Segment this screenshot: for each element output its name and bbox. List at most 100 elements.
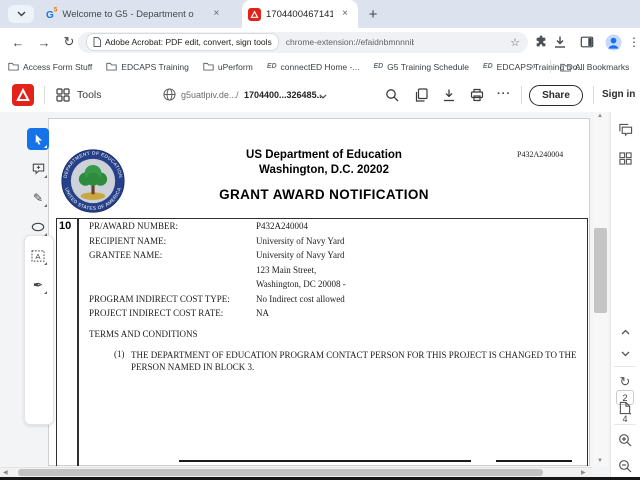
comments-panel-icon[interactable]: [617, 122, 633, 138]
kebab-menu-icon[interactable]: ⋮: [628, 33, 640, 51]
bookmarks-bar: Access Form Stuff EDCAPS Training uPerfo…: [0, 56, 640, 79]
acrobat-logo[interactable]: [12, 84, 34, 106]
shape-oval-tool-button[interactable]: [27, 216, 49, 238]
breadcrumb-site[interactable]: g5uatlpiv.de...: [181, 90, 236, 100]
pdf-favicon: [248, 7, 261, 21]
doc-term-number: (1): [114, 349, 125, 359]
ed-favicon: ED: [266, 63, 277, 70]
ed-favicon: ED: [482, 63, 493, 70]
add-comment-tool-button[interactable]: [27, 158, 49, 180]
tab-title: Welcome to G5 - Department o: [62, 8, 194, 20]
bookmark-item[interactable]: Access Form Stuff: [8, 62, 92, 72]
doc-award-ref: P432A240004: [517, 150, 564, 159]
divider: [521, 86, 522, 104]
page-view-icon[interactable]: [617, 400, 633, 416]
field-row: 123 Main Street,: [256, 264, 317, 275]
horizontal-scrollbar-thumb[interactable]: [18, 469, 543, 476]
extension-chip[interactable]: Adobe Acrobat: PDF edit, convert, sign t…: [86, 33, 279, 51]
tab-pdf-active[interactable]: 1704400467141-1532648584.pdf ×: [242, 0, 358, 28]
tools-label[interactable]: Tools: [77, 89, 102, 101]
add-text-tool-button[interactable]: A: [27, 245, 49, 267]
search-icon[interactable]: [384, 87, 400, 103]
divider: [614, 366, 636, 367]
downloads-icon[interactable]: [552, 34, 568, 50]
more-options-icon[interactable]: ···: [496, 86, 512, 102]
previous-page-chevron-icon[interactable]: [617, 324, 633, 340]
doc-rule-line: [179, 460, 471, 462]
field-row: PR/AWARD NUMBER: P432A240004: [89, 221, 309, 231]
bookmark-star-icon[interactable]: ☆: [510, 36, 520, 49]
divider: [614, 424, 636, 425]
next-page-chevron-icon[interactable]: [617, 346, 633, 362]
folder-icon: [203, 62, 214, 71]
zoom-in-icon[interactable]: [617, 432, 633, 448]
print-icon[interactable]: [469, 87, 485, 103]
ed-favicon: ED: [373, 63, 384, 70]
zoom-out-icon[interactable]: [617, 458, 633, 474]
oval-icon: [31, 222, 45, 232]
text-box-icon: A: [31, 250, 45, 262]
chevron-down-icon: [17, 11, 25, 17]
omnibox[interactable]: Adobe Acrobat: PDF edit, convert, sign t…: [78, 31, 528, 53]
field-row: PROJECT INDIRECT COST RATE: NA: [89, 308, 269, 318]
sign-in-button[interactable]: Sign in: [602, 89, 635, 100]
scroll-right-arrow[interactable]: ▶: [581, 470, 586, 476]
cursor-arrow-icon: [35, 134, 42, 145]
close-icon[interactable]: ×: [338, 7, 352, 21]
doc-block-divider: [77, 218, 79, 466]
tab-title: 1704400467141-1532648584.pdf: [266, 8, 333, 20]
url-text: chrome-extension://efaidnbmnnnibpcajpcgl…: [285, 37, 414, 47]
extensions-puzzle-icon[interactable]: [533, 34, 549, 50]
divider: [593, 86, 594, 104]
all-bookmarks-button[interactable]: All Bookmarks: [560, 62, 629, 72]
signature-pen-icon: ✒: [32, 278, 44, 292]
browser-toolbar: ← → ↻ Adobe Acrobat: PDF edit, convert, …: [0, 28, 640, 56]
globe-icon: [162, 87, 177, 102]
viewer-main-area: DEPARTMENT OF EDUCATION UNITED STATES OF…: [0, 112, 640, 480]
download-icon[interactable]: [441, 87, 457, 103]
tab-welcome-g5[interactable]: G5 Welcome to G5 - Department o ×: [40, 0, 240, 28]
field-row: Washington, DC 20008 -: [256, 279, 346, 289]
browser-window: G5 Welcome to G5 - Department o × 170440…: [0, 0, 640, 480]
bookmark-item[interactable]: EDCAPS Training: [106, 62, 189, 72]
pdf-page: DEPARTMENT OF EDUCATION UNITED STATES OF…: [48, 118, 590, 466]
bookmark-item[interactable]: uPerform: [203, 62, 253, 72]
tools-grid-icon[interactable]: [55, 87, 71, 103]
comment-add-icon: [32, 163, 44, 175]
reload-button[interactable]: ↻: [61, 34, 77, 50]
new-tab-button[interactable]: +: [364, 5, 382, 23]
back-button[interactable]: ←: [10, 34, 26, 50]
copy-pages-icon[interactable]: [413, 87, 429, 103]
bookmark-item[interactable]: ED G5 Training Schedule: [373, 62, 468, 72]
department-of-education-seal: DEPARTMENT OF EDUCATION UNITED STATES OF…: [61, 149, 125, 213]
share-button[interactable]: Share: [529, 84, 583, 106]
field-row: GRANTEE NAME: University of Navy Yard: [89, 250, 345, 260]
rotate-page-icon[interactable]: ↻: [617, 374, 633, 390]
acrobat-toolbar: Tools g5uatlpiv.de... / 1704400...326485…: [0, 78, 640, 113]
field-row: PROGRAM INDIRECT COST TYPE: No Indirect c…: [89, 293, 345, 304]
scroll-down-arrow[interactable]: ▼: [597, 458, 603, 464]
close-icon[interactable]: ×: [209, 7, 223, 21]
doc-org-line: US Department of Education: [246, 149, 402, 161]
vertical-scrollbar-thumb[interactable]: [594, 228, 607, 313]
doc-terms-heading: TERMS AND CONDITIONS: [89, 329, 198, 339]
side-panel-icon[interactable]: [579, 34, 595, 50]
folder-icon: [8, 62, 19, 71]
bookmark-item[interactable]: ED connectED Home -...: [267, 62, 360, 72]
select-tool-button[interactable]: [27, 128, 49, 150]
breadcrumb-filename[interactable]: 1704400...326485...: [244, 90, 324, 100]
profile-avatar[interactable]: [604, 33, 622, 51]
folder-icon: [106, 62, 117, 71]
page-thumbnails-icon[interactable]: [617, 150, 633, 166]
forward-button[interactable]: →: [36, 34, 52, 50]
draw-tool-button[interactable]: ✎: [27, 187, 49, 209]
bookmarks-overflow-chevron[interactable]: »: [526, 59, 540, 74]
fill-sign-tool-button[interactable]: ✒: [27, 274, 49, 296]
doc-term-text: THE DEPARTMENT OF EDUCATION PROGRAM CONT…: [131, 350, 577, 372]
scroll-left-arrow[interactable]: ◀: [3, 470, 8, 476]
tab-search-button[interactable]: [8, 5, 34, 23]
chevron-down-icon[interactable]: [318, 91, 328, 101]
field-row: RECIPIENT NAME: University of Navy Yard: [89, 235, 345, 246]
doc-fields: PR/AWARD NUMBER: P432A240004 RECIPIENT NA…: [89, 221, 569, 323]
scroll-up-arrow[interactable]: ▲: [597, 113, 603, 119]
